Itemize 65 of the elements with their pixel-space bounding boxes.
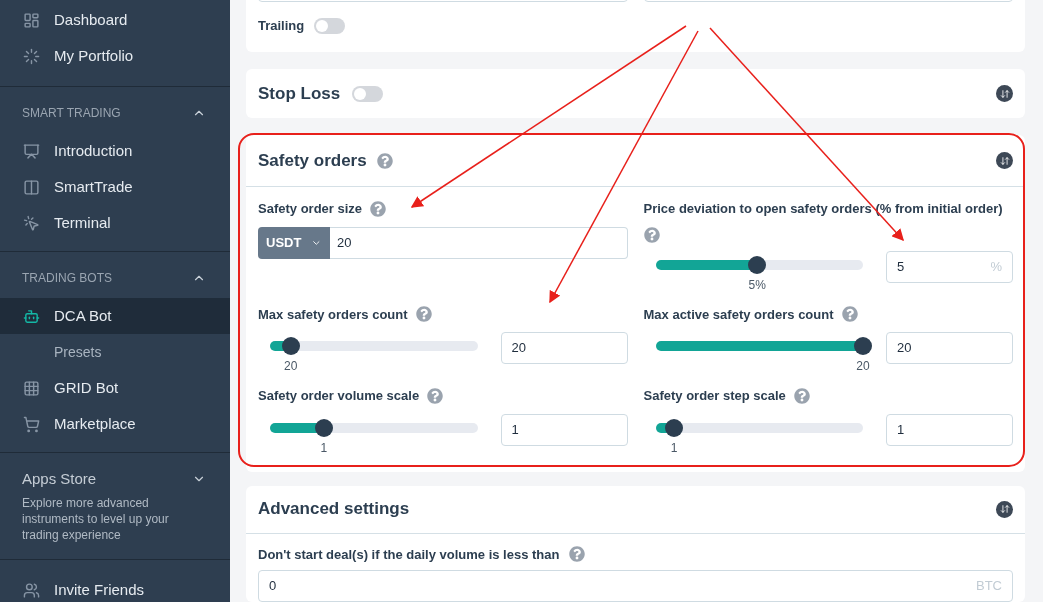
slider-thumb[interactable]: [281, 337, 300, 355]
toggle-switch[interactable]: [352, 85, 384, 102]
slider-value: 20: [856, 358, 870, 375]
help-icon[interactable]: [569, 546, 586, 563]
apps-store-title[interactable]: Apps Store: [22, 467, 97, 491]
slider-value: 1: [670, 439, 678, 457]
sort-icon[interactable]: [996, 85, 1013, 102]
help-icon[interactable]: [427, 387, 444, 404]
sidebar-item[interactable]: Presets: [0, 334, 230, 370]
field-label: Don't start deal(s) if the daily volume is less than: [258, 545, 560, 564]
field-label: Price deviation to open safety orders (% from initial order): [643, 200, 1003, 218]
section-header[interactable]: TRADING BOTS: [0, 266, 230, 290]
help-icon[interactable]: [643, 226, 660, 243]
section-title: Stop Loss: [258, 82, 341, 105]
help-icon[interactable]: [370, 200, 387, 217]
presentation-icon: [22, 142, 40, 160]
sidebar-item[interactable]: Dashboard: [0, 2, 230, 38]
slider-value: 1: [320, 439, 328, 457]
cart-icon: [22, 415, 40, 433]
field-label: Safety order step scale: [643, 387, 786, 405]
currency-dropdown[interactable]: USDT: [258, 226, 330, 259]
input-field[interactable]: 5 %: [886, 250, 1013, 283]
slider-thumb[interactable]: [665, 418, 684, 437]
people-icon: [22, 581, 40, 599]
apps-store-description: Explore more advanced instruments to level up your trading experience: [22, 495, 170, 543]
pointer-icon: [22, 214, 40, 232]
sidebar-item[interactable]: Invite Friends: [0, 572, 230, 602]
sort-icon[interactable]: [996, 152, 1013, 169]
slider-value: 20: [284, 358, 298, 375]
sort-icon[interactable]: [996, 500, 1013, 518]
input-field[interactable]: 20: [330, 226, 628, 259]
input-field[interactable]: 20: [500, 332, 628, 364]
section-header[interactable]: SMART TRADING: [0, 101, 230, 125]
slider-thumb[interactable]: [748, 255, 767, 274]
help-icon[interactable]: [376, 152, 393, 169]
field-label: Safety order size: [258, 200, 363, 218]
input-field[interactable]: 1: [500, 413, 628, 446]
section-title: Safety orders: [258, 149, 367, 172]
input-field[interactable]: 1: [886, 413, 1013, 446]
sidebar-item[interactable]: My Portfolio: [0, 38, 230, 74]
slider-thumb[interactable]: [314, 418, 333, 437]
field-label: Safety order volume scale: [258, 387, 420, 405]
input-field[interactable]: 20: [886, 332, 1013, 364]
loader-icon: [22, 47, 40, 65]
sidebar-item[interactable]: GRID Bot: [0, 370, 230, 406]
slider-value: 5%: [748, 276, 766, 294]
sidebar-item[interactable]: SmartTrade: [0, 169, 230, 205]
sidebar-item[interactable]: Terminal: [0, 205, 230, 241]
robot-icon: [22, 307, 40, 325]
input-field[interactable]: 0 BTC: [258, 570, 1013, 602]
trailing-label: Trailing: [258, 17, 305, 36]
help-icon[interactable]: [415, 306, 432, 323]
toggle-switch[interactable]: [314, 18, 346, 34]
sidebar-item[interactable]: Marketplace: [0, 406, 230, 442]
field-label: Max active safety orders count: [643, 305, 834, 324]
help-icon[interactable]: [841, 306, 858, 323]
sidebar-item[interactable]: DCA Bot: [0, 298, 230, 334]
section-title: Advanced settings: [258, 498, 410, 521]
field-label: Max safety orders count: [258, 305, 408, 324]
slider-thumb[interactable]: [854, 337, 872, 355]
help-icon[interactable]: [793, 387, 810, 404]
grid-icon: [22, 379, 40, 397]
sidebar-item[interactable]: Introduction: [0, 133, 230, 169]
dashboard-icon: [22, 11, 40, 29]
columns-icon: [22, 178, 40, 196]
